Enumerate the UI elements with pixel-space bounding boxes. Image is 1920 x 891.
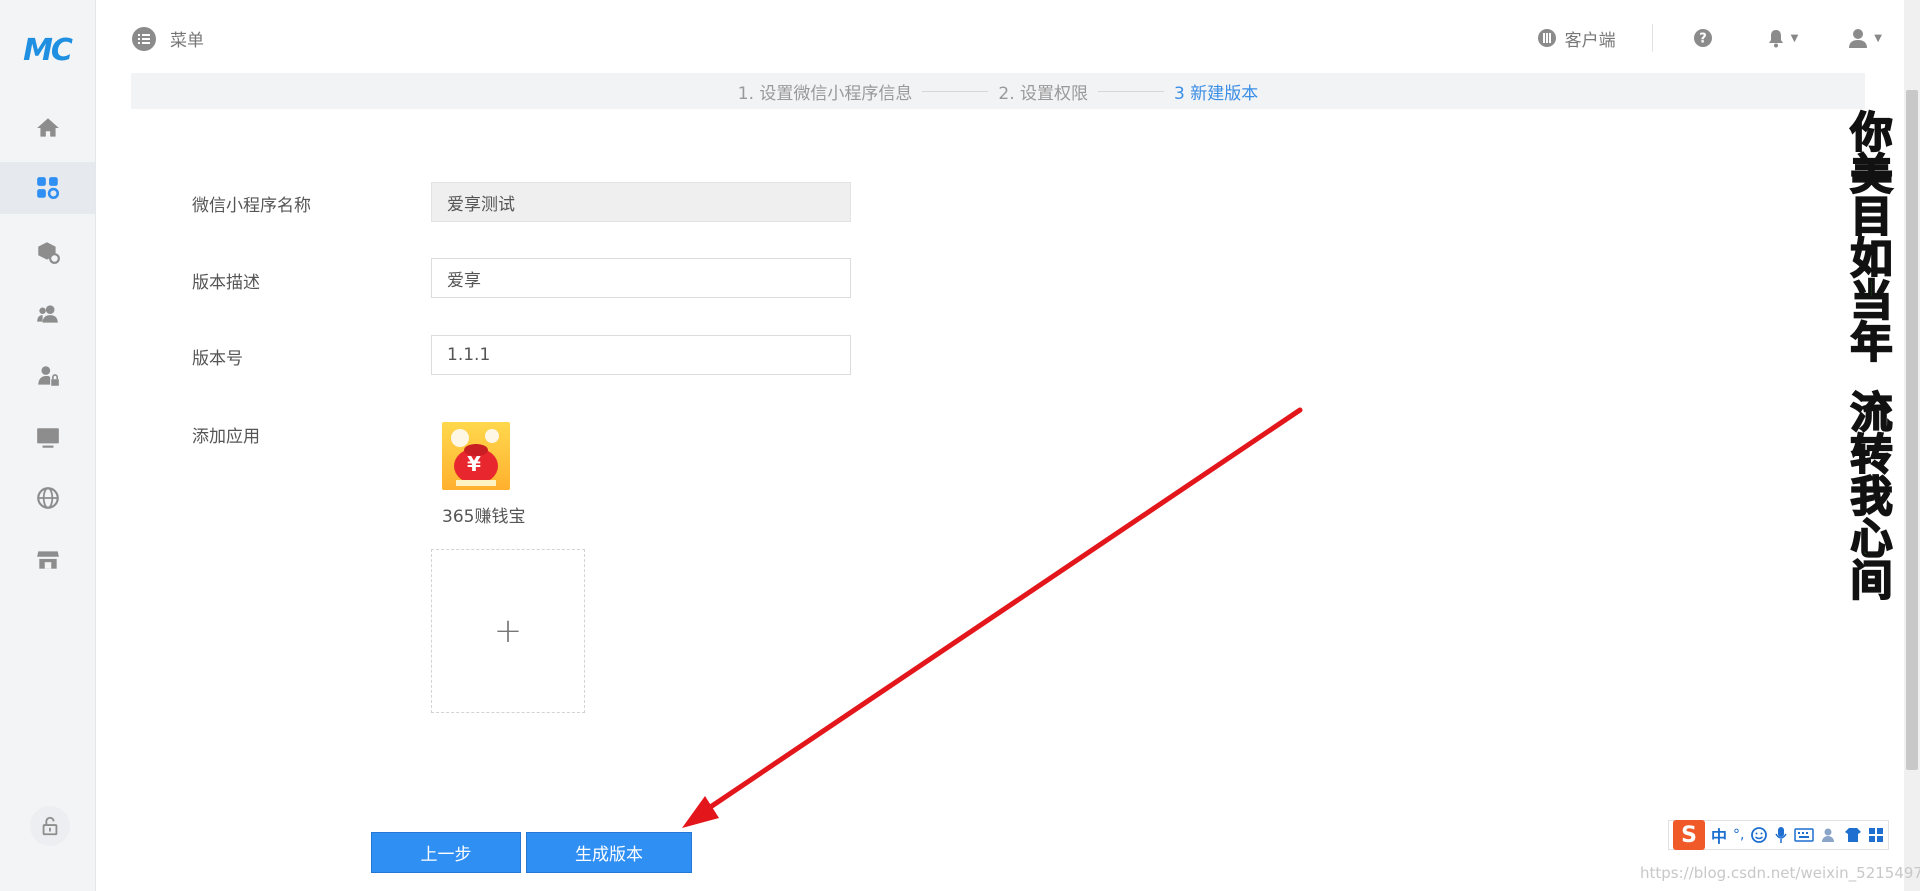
toolbox-icon[interactable] <box>1868 827 1884 843</box>
help-button[interactable]: ? <box>1693 28 1713 48</box>
users-icon <box>36 305 58 323</box>
sidebar-item-packages[interactable] <box>0 226 95 278</box>
name-value: 爱享测试 <box>447 194 515 215</box>
app-card[interactable]: ¥ 365赚钱宝 <box>442 422 552 527</box>
monitor-icon <box>36 428 59 448</box>
store-icon <box>36 551 59 569</box>
desc-label: 版本描述 <box>192 273 260 293</box>
sidebar-item-home[interactable] <box>0 102 95 154</box>
home-icon <box>36 118 59 137</box>
annotation-arrow <box>682 407 1303 828</box>
user-settings-icon[interactable] <box>1820 826 1838 844</box>
ime-mode[interactable]: 中 <box>1711 823 1727 847</box>
watermark-url: https://blog.csdn.net/weixin_5215497 <box>1640 864 1920 882</box>
chevron-down-icon: ▼ <box>1790 32 1799 44</box>
plus-icon: + <box>493 611 523 651</box>
svg-text:?: ? <box>1699 32 1707 47</box>
chevron-down-icon: ▼ <box>1874 32 1882 44</box>
step-2: 2. 设置权限 <box>998 83 1088 104</box>
step-3: 3 新建版本 <box>1174 83 1259 104</box>
scrollbar[interactable] <box>1904 0 1920 891</box>
sidebar: MC <box>0 0 96 891</box>
app-icon-glyph: ¥ <box>467 452 481 476</box>
user-icon <box>1849 29 1868 48</box>
ime-logo[interactable]: S <box>1673 820 1705 850</box>
sidebar-item-network[interactable] <box>0 472 95 524</box>
version-label: 版本号 <box>192 349 243 369</box>
apps-settings-icon <box>36 177 59 200</box>
overlay-text-line-1: 你美目如当年 <box>1843 109 1894 363</box>
step-indicator: 1. 设置微信小程序信息 2. 设置权限 3 新建版本 <box>131 73 1865 109</box>
notifications-button[interactable]: ▼ <box>1767 28 1799 48</box>
lock-button[interactable] <box>30 806 70 846</box>
version-field[interactable]: 1.1.1 <box>431 335 851 375</box>
menu-list-icon <box>132 26 156 51</box>
prev-step-button[interactable]: 上一步 <box>371 832 521 873</box>
top-header: 菜单 客户端 ? ▼ ▼ <box>96 0 1904 72</box>
globe-icon <box>36 487 59 509</box>
user-lock-icon <box>37 366 59 386</box>
name-field: 爱享测试 <box>431 182 851 222</box>
step-1: 1. 设置微信小程序信息 <box>737 83 913 104</box>
bell-icon <box>1768 30 1783 48</box>
sidebar-item-store[interactable] <box>0 534 95 586</box>
lock-icon <box>42 816 58 836</box>
ime-toolbar[interactable]: S 中 °, <box>1668 820 1890 850</box>
emoji-icon[interactable] <box>1750 826 1768 844</box>
version-value: 1.1.1 <box>447 345 491 365</box>
money-bag-icon: ¥ <box>442 422 510 490</box>
desc-field[interactable]: 爱享 <box>431 258 851 298</box>
name-label: 微信小程序名称 <box>192 196 311 216</box>
menu-label: 菜单 <box>170 31 204 51</box>
add-app-button[interactable]: + <box>431 549 585 713</box>
sidebar-item-devices[interactable] <box>0 412 95 464</box>
ime-punctuation[interactable]: °, <box>1733 827 1744 843</box>
app-name: 365赚钱宝 <box>442 507 526 527</box>
package-settings-icon <box>37 242 60 264</box>
client-label: 客户端 <box>1564 30 1616 51</box>
step-divider <box>1098 90 1164 92</box>
app-logo[interactable]: MC <box>18 30 76 70</box>
keyboard-icon[interactable] <box>1794 827 1815 843</box>
client-link[interactable]: 客户端 <box>1537 24 1653 52</box>
sidebar-item-permissions[interactable] <box>0 350 95 402</box>
desc-value: 爱享 <box>447 270 481 291</box>
skin-icon[interactable] <box>1844 826 1862 844</box>
microphone-icon[interactable] <box>1774 826 1788 844</box>
menu-toggle[interactable]: 菜单 <box>132 26 204 51</box>
help-icon: ? <box>1693 29 1712 47</box>
overlay-text: 你美目如当年 流转我心间 <box>1842 109 1894 601</box>
scrollbar-thumb[interactable] <box>1906 90 1918 770</box>
client-icon <box>1537 29 1556 47</box>
user-menu-button[interactable]: ▼ <box>1848 28 1882 48</box>
apps-label: 添加应用 <box>192 427 260 447</box>
sidebar-item-users[interactable] <box>0 288 95 340</box>
generate-version-button[interactable]: 生成版本 <box>526 832 692 873</box>
overlay-text-line-2: 流转我心间 <box>1843 389 1894 601</box>
step-divider <box>922 90 989 92</box>
sidebar-item-apps[interactable] <box>0 162 95 214</box>
